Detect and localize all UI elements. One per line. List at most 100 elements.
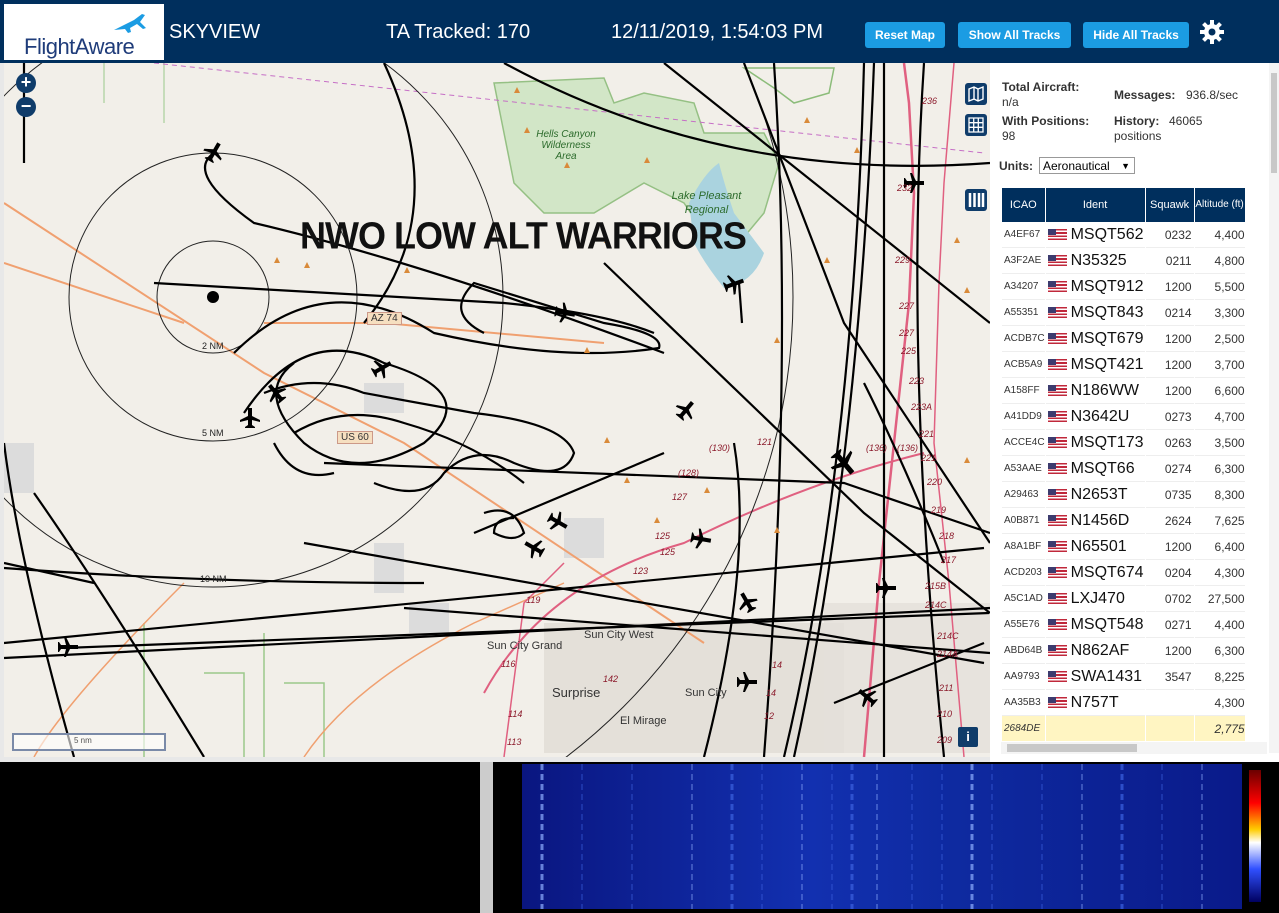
table-row[interactable]: A55E76 MSQT548 0271 4,400 <box>1002 612 1245 638</box>
icao-cell: A4EF67 <box>1002 222 1045 248</box>
aircraft-icon <box>554 302 576 323</box>
table-row[interactable]: ACCE4C MSQT173 0263 3,500 <box>1002 430 1245 456</box>
altitude-cell: 2,500 <box>1194 326 1245 352</box>
table-row[interactable]: A8A1BF N65501 1200 6,400 <box>1002 534 1245 560</box>
table-row[interactable]: A158FF N186WW 1200 6,600 <box>1002 378 1245 404</box>
zoom-out-button[interactable]: − <box>16 97 36 117</box>
icao-cell: A3F2AE <box>1002 248 1045 274</box>
altitude-cell: 8,225 <box>1194 664 1245 690</box>
table-row[interactable]: AA9793 SWA1431 3547 8,225 <box>1002 664 1245 690</box>
town-label: Surprise <box>552 685 601 700</box>
table-row[interactable]: 2684DE 2,775 <box>1002 716 1245 741</box>
flightaware-logo[interactable]: FlightAware <box>4 4 164 60</box>
us-flag-icon <box>1047 228 1067 240</box>
table-row[interactable]: A41DD9 N3642U 0273 4,700 <box>1002 404 1245 430</box>
ident-text: N186WW <box>1070 381 1140 399</box>
town-label: Sun City Grand <box>487 640 563 652</box>
highway-shield: US 60 <box>337 431 373 444</box>
altitude-cell: 6,600 <box>1194 378 1245 404</box>
spectrum-panel <box>0 762 1279 913</box>
us-flag-icon <box>1047 254 1067 266</box>
units-select[interactable]: Aeronautical ▼ <box>1039 157 1135 174</box>
table-row[interactable]: A55351 MSQT843 0214 3,300 <box>1002 300 1245 326</box>
zoom-in-button[interactable]: + <box>16 73 36 93</box>
current-datetime: 12/11/2019, 1:54:03 PM <box>611 21 824 43</box>
altitude-cell: 6,300 <box>1194 638 1245 664</box>
table-row[interactable]: A3F2AE N35325 0211 4,800 <box>1002 248 1245 274</box>
table-row[interactable]: ACD203 MSQT674 0204 4,300 <box>1002 560 1245 586</box>
ident-text: N2653T <box>1070 485 1128 503</box>
hide-all-tracks-button[interactable]: Hide All Tracks <box>1083 22 1189 48</box>
ident-cell: MSQT674 <box>1045 560 1145 586</box>
scroll-thumb[interactable] <box>1271 73 1277 173</box>
icao-cell: A5C1AD <box>1002 586 1045 612</box>
col-header-icao[interactable]: ICAO <box>1002 188 1045 222</box>
table-row[interactable]: AA35B3 N757T 4,300 <box>1002 690 1245 716</box>
grid-icon[interactable] <box>965 114 987 136</box>
map-scale: 5 nm <box>12 733 166 751</box>
table-row[interactable]: A53AAE MSQT66 0274 6,300 <box>1002 456 1245 482</box>
waterfall-display <box>522 764 1242 909</box>
road-number: 209 <box>937 735 953 745</box>
road-number: 217 <box>941 555 957 565</box>
table-row[interactable]: ACDB7C MSQT679 1200 2,500 <box>1002 326 1245 352</box>
table-row[interactable]: A34207 MSQT912 1200 5,500 <box>1002 274 1245 300</box>
info-button[interactable]: i <box>958 727 978 747</box>
ident-cell: SWA1431 <box>1045 664 1145 690</box>
road-number: (130) <box>709 443 731 453</box>
altitude-cell: 2,775 <box>1194 716 1245 741</box>
ident-cell: N65501 <box>1045 534 1145 560</box>
map-layers-icon[interactable] <box>965 83 987 105</box>
horizontal-scrollbar[interactable] <box>1001 742 1267 754</box>
us-flag-icon <box>1047 514 1067 526</box>
col-header-altitude[interactable]: Altitude (ft) <box>1194 188 1245 222</box>
aircraft-table-container[interactable]: ICAO Ident Squawk Altitude (ft) A4EF67 MS… <box>1001 188 1267 741</box>
road-number: 121 <box>757 437 773 447</box>
ident-cell: N2653T <box>1045 482 1145 508</box>
aircraft-table: ICAO Ident Squawk Altitude (ft) A4EF67 MS… <box>1001 188 1246 741</box>
reset-map-button[interactable]: Reset Map <box>865 22 945 48</box>
road-number: 116 <box>501 659 516 669</box>
road-number: 142 <box>603 674 619 684</box>
squawk-cell: 1200 <box>1145 378 1194 404</box>
squawk-cell <box>1145 690 1194 716</box>
road-number: (128) <box>678 468 700 478</box>
table-row[interactable]: ACB5A9 MSQT421 1200 3,700 <box>1002 352 1245 378</box>
altitude-cell: 4,300 <box>1194 560 1245 586</box>
show-all-tracks-button[interactable]: Show All Tracks <box>958 22 1071 48</box>
road-number: 229 <box>895 255 911 265</box>
road-number: 114 <box>508 709 523 719</box>
vertical-scrollbar[interactable] <box>1269 63 1279 753</box>
range-label: 5 NM <box>202 428 224 438</box>
table-row[interactable]: A29463 N2653T 0735 8,300 <box>1002 482 1245 508</box>
ident-cell: MSQT173 <box>1045 430 1145 456</box>
us-flag-icon <box>1047 436 1067 448</box>
table-row[interactable]: ABD64B N862AF 1200 6,300 <box>1002 638 1245 664</box>
park-label: Hells Canyon Wilderness Area <box>536 129 596 162</box>
gear-icon[interactable] <box>1199 19 1225 45</box>
columns-icon[interactable] <box>965 189 987 211</box>
table-row[interactable]: A0B871 N1456D 2624 7,625 <box>1002 508 1245 534</box>
squawk-cell: 1200 <box>1145 534 1194 560</box>
col-header-ident[interactable]: Ident <box>1045 188 1145 222</box>
history-value: 46065 positions <box>1114 114 1203 143</box>
icao-cell: A0B871 <box>1002 508 1045 534</box>
squawk-cell: 0735 <box>1145 482 1194 508</box>
table-row[interactable]: A5C1AD LXJ470 0702 27,500 <box>1002 586 1245 612</box>
logo-text: FlightAware <box>24 34 135 59</box>
map-view[interactable]: NWO LOW ALT WARRIORS + − 2 NM 5 NM 10 NM… <box>4 63 990 757</box>
altitude-cell: 3,700 <box>1194 352 1245 378</box>
plane-logo-icon <box>114 14 146 33</box>
altitude-cell: 6,300 <box>1194 456 1245 482</box>
road-number: 236 <box>922 96 938 106</box>
icao-cell: A34207 <box>1002 274 1045 300</box>
squawk-cell: 1200 <box>1145 326 1194 352</box>
col-header-squawk[interactable]: Squawk <box>1145 188 1194 222</box>
receiver-location <box>207 291 219 303</box>
urban-area <box>364 383 404 413</box>
scroll-thumb[interactable] <box>1007 744 1137 752</box>
table-row[interactable]: A4EF67 MSQT562 0232 4,400 <box>1002 222 1245 248</box>
altitude-cell: 3,500 <box>1194 430 1245 456</box>
road-number: 14 <box>766 688 777 698</box>
road-number: 227 <box>899 301 915 311</box>
